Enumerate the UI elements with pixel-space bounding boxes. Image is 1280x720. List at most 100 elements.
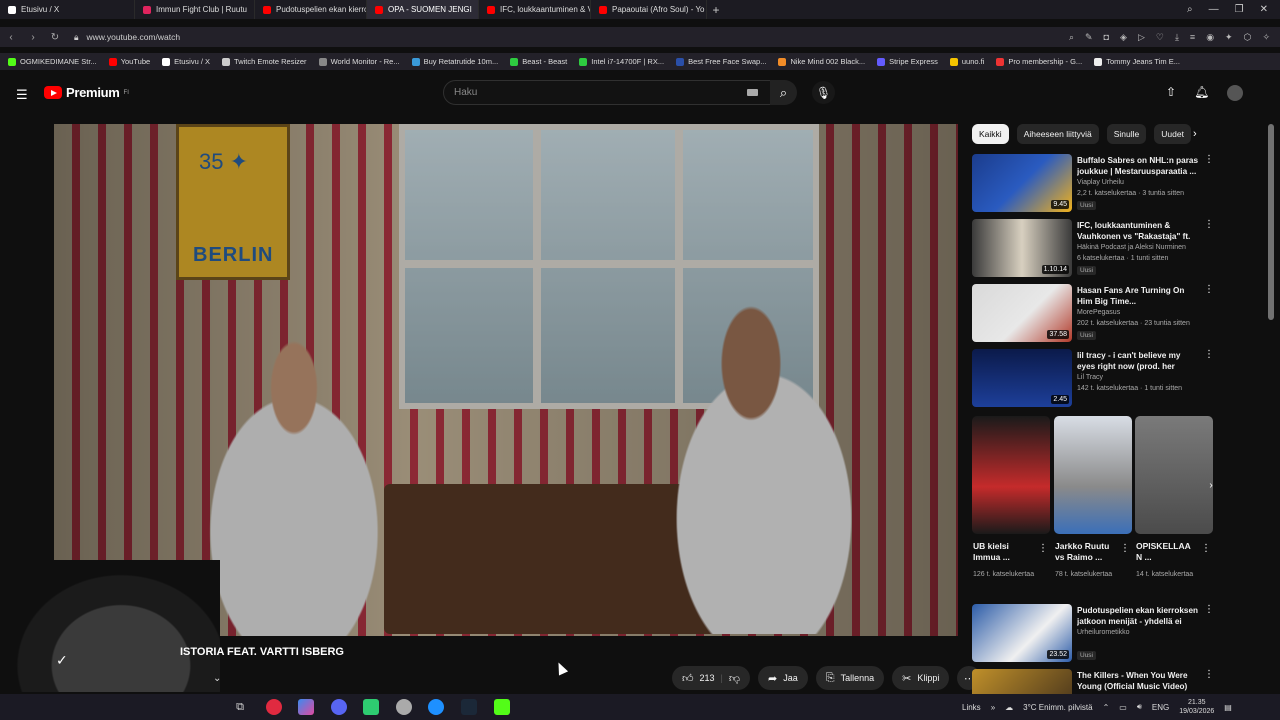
browser-tab[interactable]: Etusivu / X: [0, 0, 135, 19]
recommendation-item[interactable]: 1.10.14 IFC, loukkaantuminen & Vauhkonen…: [972, 219, 1214, 279]
zoom-icon[interactable]: ⌕: [1069, 32, 1074, 43]
weather-text[interactable]: 3°C Enimm. pilvistä: [1023, 703, 1092, 712]
kebab-menu-icon[interactable]: ⋮: [1204, 284, 1214, 295]
bookmark[interactable]: YouTube: [108, 57, 150, 66]
page-scrollbar[interactable]: [1268, 124, 1274, 320]
volume-icon[interactable]: 🔊︎: [1137, 702, 1142, 712]
extension-icon[interactable]: ✦: [1225, 32, 1233, 43]
recommendation-item[interactable]: 2.45 lil tracy - i can't believe my eyes…: [972, 349, 1214, 409]
chevron-right-icon[interactable]: ›: [1193, 128, 1197, 140]
ai-icon[interactable]: ✧: [1262, 32, 1270, 43]
chip-related[interactable]: Aiheeseen liittyviä: [1016, 124, 1099, 144]
save-button[interactable]: ⎘ Tallenna: [815, 666, 885, 690]
avatar[interactable]: [1227, 85, 1244, 101]
bookmark[interactable]: World Monitor - Re...: [318, 57, 400, 66]
network-icon[interactable]: ▭: [1119, 703, 1127, 712]
bookmark[interactable]: uuno.fi: [949, 57, 984, 66]
tray-chevron-up-icon[interactable]: ⌃: [1103, 703, 1110, 712]
minimize-icon[interactable]: —: [1209, 4, 1219, 15]
chip-for-you[interactable]: Sinulle: [1106, 124, 1147, 144]
play-icon[interactable]: ▷: [1138, 32, 1145, 43]
notification-icon[interactable]: ▤: [1224, 703, 1232, 712]
shorts-next-icon[interactable]: ›: [1204, 480, 1218, 494]
steam-icon[interactable]: [461, 699, 477, 715]
short-item[interactable]: UB kielsi Immua ... 126 t. katselukertaa…: [972, 416, 1050, 578]
chevron-down-icon[interactable]: ⌄: [213, 673, 221, 684]
bookmark[interactable]: Tommy Jeans Tim E...: [1094, 57, 1180, 66]
thumbs-down-icon[interactable]: 👎︎: [729, 672, 740, 685]
menu-icon[interactable]: ≡: [1190, 32, 1195, 43]
edge-icon[interactable]: [428, 699, 444, 715]
task-view-icon[interactable]: ⧉: [232, 699, 248, 715]
new-tab-button[interactable]: +: [707, 3, 725, 17]
kebab-menu-icon[interactable]: ⋮: [1204, 349, 1214, 360]
close-icon[interactable]: ✕: [1260, 4, 1268, 15]
clip-button[interactable]: ✂ Klippi: [892, 666, 950, 690]
opera-icon[interactable]: [266, 699, 282, 715]
reload-icon[interactable]: ↻: [44, 32, 66, 43]
bookmark[interactable]: Stripe Express: [877, 57, 938, 66]
notifications-bell-icon[interactable]: 🔔︎: [1194, 85, 1209, 101]
bookmark[interactable]: Twitch Emote Resizer: [222, 57, 307, 66]
back-icon[interactable]: ‹: [0, 32, 22, 43]
shield-icon[interactable]: ◈: [1120, 32, 1127, 43]
voice-search-button[interactable]: 🎙︎: [812, 81, 835, 104]
kebab-menu-icon[interactable]: ⋮: [1204, 604, 1214, 615]
kebab-menu-icon[interactable]: ⋮: [1204, 219, 1214, 230]
app-icon[interactable]: [396, 699, 412, 715]
youtube-premium-logo[interactable]: Premium FI: [44, 85, 129, 100]
browser-tab[interactable]: IFC, loukkaantuminen & V: [479, 0, 591, 19]
upload-icon[interactable]: ⇧: [1166, 85, 1176, 101]
kebab-menu-icon[interactable]: ⋮: [1204, 669, 1212, 680]
browser-tab-active[interactable]: OPA - SUOMEN JENGI: [367, 0, 479, 19]
bookmark[interactable]: Buy Retatrutide 10m...: [411, 57, 498, 66]
short-title: OPISKELLAA N ...: [1136, 541, 1191, 562]
recommendation-item[interactable]: 37.58 Hasan Fans Are Turning On Him Big …: [972, 284, 1214, 344]
forward-icon[interactable]: ›: [22, 32, 44, 43]
links-toolbar[interactable]: Links: [962, 703, 981, 712]
recommendation-item[interactable]: The Killers - When You Were Young (Offic…: [972, 669, 1212, 694]
kebab-menu-icon[interactable]: ⋮: [1204, 154, 1214, 165]
search-input[interactable]: Haku: [443, 80, 771, 105]
short-item[interactable]: Jarkko Ruutu vs Raimo ... 78 t. katseluk…: [1054, 416, 1132, 578]
kebab-menu-icon[interactable]: ⋮: [1038, 543, 1048, 554]
bookmark[interactable]: Best Free Face Swap...: [676, 57, 766, 66]
like-button[interactable]: 👍︎ 213 | 👎︎: [672, 666, 751, 690]
clock[interactable]: 21.35 19/03/2026: [1179, 698, 1214, 716]
edit-icon[interactable]: ✎: [1085, 32, 1093, 43]
search-button[interactable]: ⌕: [770, 80, 797, 105]
share-button[interactable]: ➦ Jaa: [758, 666, 808, 690]
kebab-menu-icon[interactable]: ⋮: [1201, 543, 1211, 554]
chip-new[interactable]: Uudet: [1154, 124, 1191, 144]
maximize-icon[interactable]: ❐: [1235, 4, 1244, 15]
kebab-menu-icon[interactable]: ⋮: [1120, 543, 1130, 554]
bookmark[interactable]: Etusivu / X: [162, 57, 210, 66]
hamburger-menu-icon[interactable]: ☰: [16, 87, 28, 103]
chevron-right-icon[interactable]: »: [991, 703, 995, 712]
browser-tab[interactable]: Papaoutai (Afro Soul) - Yo: [591, 0, 707, 19]
discord-icon[interactable]: [331, 699, 347, 715]
cube-icon[interactable]: ⬡: [1244, 32, 1252, 43]
language-indicator[interactable]: ENG: [1152, 703, 1169, 712]
short-item[interactable]: OPISKELLAA N ... 14 t. katselukertaa ⋮: [1135, 416, 1213, 578]
profile-icon[interactable]: ◉: [1206, 32, 1214, 43]
browser-tab[interactable]: Immun Fight Club | Ruutu: [135, 0, 255, 19]
url-field[interactable]: 🔒︎ www.youtube.com/watch: [74, 32, 180, 43]
chip-all[interactable]: Kaikki: [972, 124, 1009, 144]
download-icon[interactable]: ⤓: [1175, 32, 1179, 43]
recommendation-item[interactable]: 23.52 Pudotuspelien ekan kierroksen jatk…: [972, 604, 1214, 664]
camera-icon[interactable]: ◘: [1104, 32, 1109, 43]
bookmark[interactable]: Beast - Beast: [510, 57, 567, 66]
keyboard-icon[interactable]: [747, 89, 758, 96]
kick-icon[interactable]: [494, 699, 510, 715]
bookmark[interactable]: Nike Mind 002 Black...: [778, 57, 865, 66]
browser-tab[interactable]: Pudotuspelien ekan kierro: [255, 0, 367, 19]
heart-icon[interactable]: ♡: [1156, 32, 1164, 43]
search-tabs-icon[interactable]: ⌕: [1187, 4, 1193, 15]
app-icon[interactable]: [363, 699, 379, 715]
app-icon[interactable]: [298, 699, 314, 715]
bookmark[interactable]: Intel i7-14700F | RX...: [579, 57, 664, 66]
recommendation-item[interactable]: 9.45 Buffalo Sabres on NHL:n paras joukk…: [972, 154, 1214, 214]
bookmark[interactable]: OGMIKEDIMANE Str...: [8, 57, 97, 66]
bookmark[interactable]: Pro membership - G...: [996, 57, 1082, 66]
